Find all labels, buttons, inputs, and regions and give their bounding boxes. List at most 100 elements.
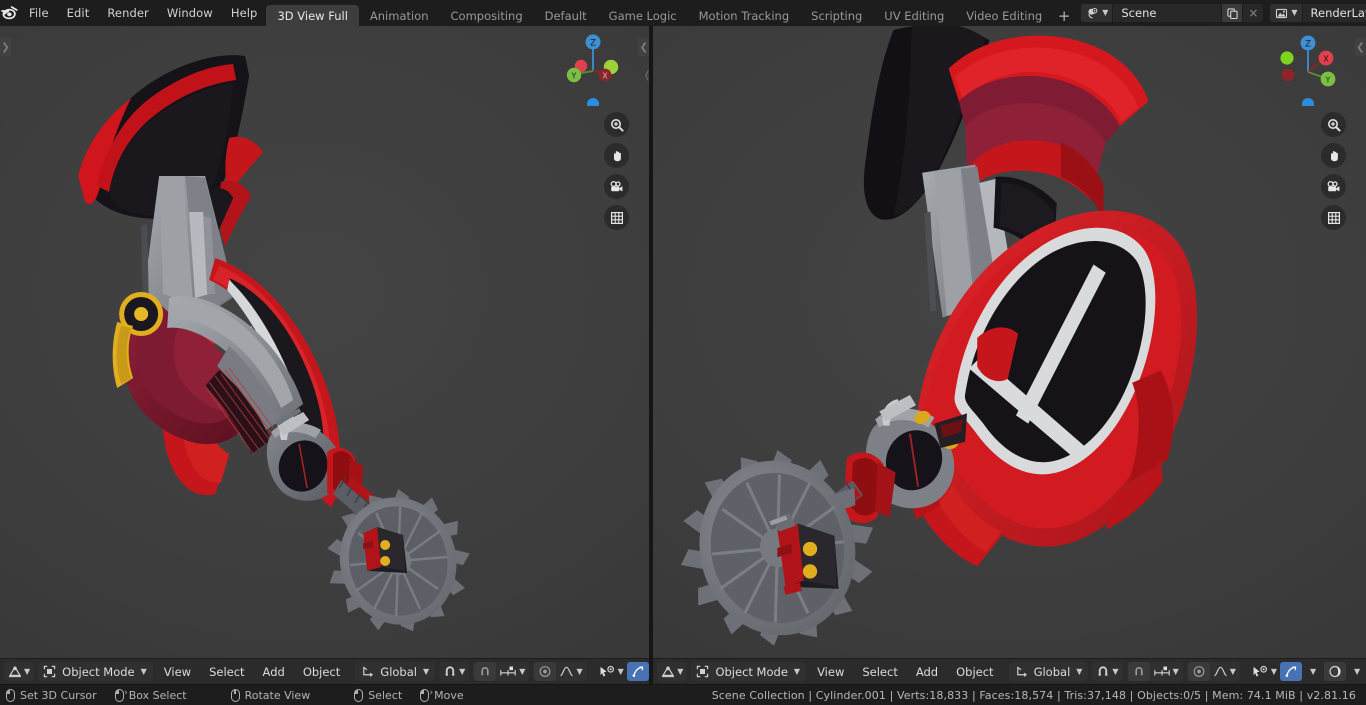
editor-type-3dview-icon[interactable]: ▼ xyxy=(658,662,686,681)
viewport-menu-view-right[interactable]: View xyxy=(810,662,851,681)
gizmo-options-chevron[interactable]: ▼ xyxy=(1302,662,1324,681)
transform-orientation-selector-right[interactable]: Global ▼ xyxy=(1008,662,1089,681)
viewport-menu-select-left[interactable]: Select xyxy=(202,662,251,681)
proportional-editing-icon[interactable] xyxy=(534,662,557,681)
topbar-datablock-selectors: ▼ Scene × ▼ RenderLa xyxy=(1081,0,1366,26)
tab-game-logic[interactable]: Game Logic xyxy=(598,5,688,26)
tab-uv-editing[interactable]: UV Editing xyxy=(873,5,955,26)
mode-selector-right[interactable]: Object Mode ▼ xyxy=(691,662,807,681)
tab-animation[interactable]: Animation xyxy=(359,5,440,26)
shading-solid-icon[interactable] xyxy=(1324,662,1347,681)
viewport-menu-add-right[interactable]: Add xyxy=(909,662,945,681)
scene-icon[interactable]: ▼ xyxy=(1081,4,1114,22)
magnet-icon[interactable]: ▼ xyxy=(440,662,468,681)
svg-text:X: X xyxy=(603,71,609,80)
tab-compositing[interactable]: Compositing xyxy=(440,5,534,26)
menu-item-file[interactable]: File xyxy=(20,0,58,26)
camera-icon[interactable] xyxy=(1321,174,1346,199)
main-menu: File Edit Render Window Help xyxy=(20,0,266,26)
navigation-gizmo-left[interactable]: Z Y X xyxy=(555,32,629,110)
gizmo-icon[interactable] xyxy=(626,662,649,681)
grid-ortho-icon[interactable] xyxy=(1321,205,1346,230)
chevron-down-icon: ▼ xyxy=(1309,666,1317,676)
viewport-menu-view-left[interactable]: View xyxy=(157,662,198,681)
smooth-falloff-icon[interactable]: ▼ xyxy=(1210,662,1239,681)
viewlayer-selector[interactable]: ▼ RenderLayer × xyxy=(1270,4,1366,22)
keymap-hint-move: › Move xyxy=(420,688,464,702)
scene-unlink-button[interactable]: × xyxy=(1242,4,1264,22)
render-layers-icon[interactable]: ▼ xyxy=(1270,4,1303,22)
mouse-left-drag-icon: › xyxy=(114,688,128,702)
status-bar: Set 3D Cursor › Box Select Rotate View S… xyxy=(0,684,1366,705)
chevron-down-icon: ▼ xyxy=(1270,666,1278,676)
camera-icon[interactable] xyxy=(604,174,630,199)
menu-label: Window xyxy=(166,6,213,20)
viewport-menu-object-right[interactable]: Object xyxy=(949,662,1000,681)
tab-motion-tracking[interactable]: Motion Tracking xyxy=(688,5,801,26)
tab-label: Video Editing xyxy=(966,8,1043,23)
zoom-icon[interactable] xyxy=(1321,112,1346,137)
chevron-down-icon: ▼ xyxy=(1112,666,1119,676)
svg-text:Y: Y xyxy=(1325,76,1331,85)
scene-name-field[interactable]: Scene xyxy=(1113,4,1221,22)
menu-label: Edit xyxy=(66,6,90,20)
viewport-nav-buttons-left xyxy=(604,112,630,230)
viewport-menu-object-left[interactable]: Object xyxy=(296,662,347,681)
chevron-down-icon: ▼ xyxy=(1229,666,1236,676)
snap-increment-icon[interactable]: ▼ xyxy=(496,662,528,681)
chevron-down-icon: ▼ xyxy=(1172,666,1179,676)
hand-pan-icon[interactable] xyxy=(1321,143,1346,168)
right-sidebar-toggle-left-viewport[interactable]: ❮ xyxy=(638,38,649,56)
scene-duplicate-button[interactable] xyxy=(1221,4,1243,22)
menu-item-help[interactable]: Help xyxy=(222,0,267,26)
viewport-menu-add-left[interactable]: Add xyxy=(256,662,292,681)
snap-group-left: ▼ xyxy=(439,662,470,681)
right-sidebar-toggle-right-viewport[interactable]: ❮ xyxy=(1355,38,1366,56)
snap-settings-right: ▼ xyxy=(1126,662,1183,681)
show-gizmo-icon[interactable]: ▼ xyxy=(1249,662,1280,681)
zoom-icon[interactable] xyxy=(604,112,630,137)
viewport-footer-right: ▼ Object Mode ▼ View Select Add Object G… xyxy=(653,658,1366,684)
shading-options-chevron[interactable]: ▼ xyxy=(1346,662,1366,681)
editor-type-selector-left[interactable]: ▼ xyxy=(4,662,35,681)
viewlayer-name-field[interactable]: RenderLayer xyxy=(1303,4,1366,22)
menu-label: View xyxy=(163,664,192,679)
tab-3d-view-full[interactable]: 3D View Full xyxy=(266,5,359,26)
menu-item-edit[interactable]: Edit xyxy=(58,0,99,26)
snap-settings-left: ▼ xyxy=(473,662,530,681)
tab-video-editing[interactable]: Video Editing xyxy=(955,5,1053,26)
grid-ortho-icon[interactable] xyxy=(604,205,630,230)
magnet-icon[interactable]: ▼ xyxy=(1093,662,1121,681)
scene-selector[interactable]: ▼ Scene × xyxy=(1081,4,1264,22)
editor-type-3dview-icon[interactable]: ▼ xyxy=(5,662,33,681)
navigation-gizmo-right[interactable]: Z X Y xyxy=(1272,32,1346,110)
editor-type-selector-right[interactable]: ▼ xyxy=(657,662,688,681)
menu-label: Object xyxy=(956,664,994,679)
menu-item-window[interactable]: Window xyxy=(158,0,222,26)
chevron-down-icon: ▼ xyxy=(24,666,31,676)
viewport-left-canvas[interactable]: ❯ Z Y X ❮ xyxy=(0,26,650,658)
transform-orientation-selector-left[interactable]: Global ▼ xyxy=(355,662,436,681)
snap-increment-icon[interactable]: ▼ xyxy=(1150,662,1182,681)
gizmo-icon[interactable] xyxy=(1280,662,1303,681)
menu-item-render[interactable]: Render xyxy=(98,0,158,26)
snap-toggle-icon[interactable] xyxy=(1127,662,1150,681)
tab-label: Default xyxy=(544,8,587,23)
tab-default[interactable]: Default xyxy=(534,5,598,26)
viewport-menu-select-right[interactable]: Select xyxy=(855,662,904,681)
tab-scripting[interactable]: Scripting xyxy=(800,5,873,26)
add-workspace-button[interactable]: + xyxy=(1053,7,1075,26)
hand-pan-icon[interactable] xyxy=(604,143,630,168)
svg-text:Z: Z xyxy=(590,39,596,49)
mode-selector-left[interactable]: Object Mode ▼ xyxy=(38,662,153,681)
keymap-label: Set 3D Cursor xyxy=(20,688,97,702)
smooth-falloff-icon[interactable]: ▼ xyxy=(556,662,585,681)
show-gizmo-icon[interactable]: ▼ xyxy=(596,662,627,681)
svg-text:Z: Z xyxy=(1305,40,1311,50)
blender-logo-icon[interactable] xyxy=(0,0,20,26)
viewport-right-canvas[interactable]: Z X Y ❮ xyxy=(653,26,1366,658)
snap-toggle-icon[interactable] xyxy=(474,662,497,681)
svg-text:Y: Y xyxy=(571,71,577,80)
proportional-editing-icon[interactable] xyxy=(1187,662,1210,681)
left-sidebar-toggle[interactable]: ❯ xyxy=(0,38,11,56)
